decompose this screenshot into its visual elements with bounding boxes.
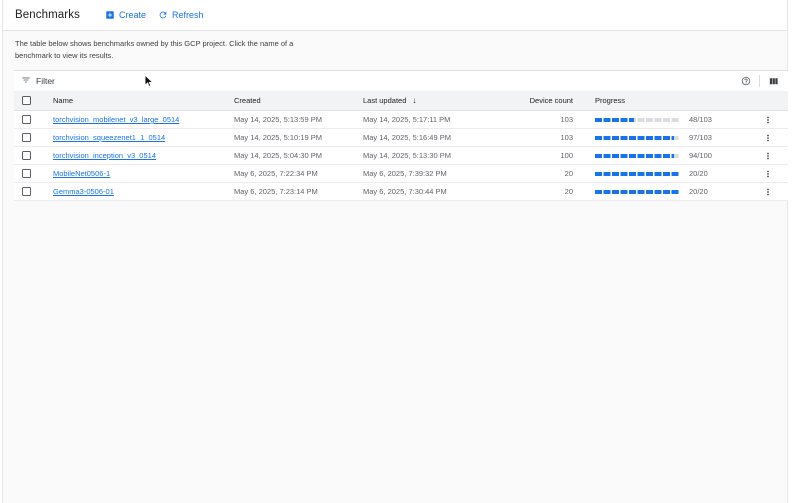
created-cell: May 6, 2025, 7:23:14 PM xyxy=(234,183,318,200)
created-cell: May 14, 2025, 5:04:30 PM xyxy=(234,147,322,164)
last-updated-cell: May 14, 2025, 5:16:49 PM xyxy=(363,129,451,146)
filter-button[interactable]: Filter xyxy=(21,75,55,87)
column-header-name[interactable]: Name xyxy=(53,91,73,110)
progress-bar xyxy=(595,118,679,122)
more-vert-icon xyxy=(763,133,773,143)
device-count-cell: 103 xyxy=(473,111,573,128)
more-vert-icon xyxy=(763,187,773,197)
progress-bar-fill xyxy=(595,172,679,176)
device-count-cell: 100 xyxy=(473,147,573,164)
more-vert-icon xyxy=(763,151,773,161)
last-updated-cell: May 14, 2025, 5:17:11 PM xyxy=(363,111,450,128)
column-header-last-updated-label: Last updated xyxy=(363,96,406,105)
created-cell: May 14, 2025, 5:10:19 PM xyxy=(234,129,322,146)
benchmark-name-link[interactable]: MobileNet0506-1 xyxy=(53,165,110,182)
benchmarks-panel: Benchmarks Create Refresh The table belo… xyxy=(2,0,788,503)
column-header-progress: Progress xyxy=(595,91,625,110)
benchmark-name-link[interactable]: torchvision_inception_v3_0514 xyxy=(53,147,156,164)
column-header-created[interactable]: Created xyxy=(234,91,261,110)
benchmark-name-link[interactable]: torchvision_squeezenet1_1_0514 xyxy=(53,129,165,146)
device-count-cell: 20 xyxy=(473,183,573,200)
table-tools xyxy=(740,75,779,87)
mouse-cursor xyxy=(144,74,155,89)
refresh-button[interactable]: Refresh xyxy=(158,0,204,30)
toolbar-divider xyxy=(759,75,760,87)
row-checkbox[interactable] xyxy=(22,151,31,160)
row-checkbox[interactable] xyxy=(22,133,31,142)
select-all-cell xyxy=(22,91,31,110)
column-header-device-count[interactable]: Device count xyxy=(473,91,573,110)
row-menu-button[interactable] xyxy=(762,165,774,182)
progress-label: 20/20 xyxy=(689,165,708,182)
device-count-cell: 20 xyxy=(473,165,573,182)
progress-label: 94/100 xyxy=(689,147,712,164)
more-vert-icon xyxy=(763,169,773,179)
progress-bar xyxy=(595,190,679,194)
progress-label: 20/20 xyxy=(689,183,708,200)
table-row: torchvision_mobilenet_v3_large_0514 May … xyxy=(14,111,788,129)
created-cell: May 6, 2025, 7:22:34 PM xyxy=(234,165,318,182)
table-row: MobileNet0506-1 May 6, 2025, 7:22:34 PM … xyxy=(14,165,788,183)
refresh-button-label: Refresh xyxy=(172,10,204,20)
row-select-cell xyxy=(22,111,31,128)
progress-bar-fill xyxy=(595,136,674,140)
table-row: torchvision_inception_v3_0514 May 14, 20… xyxy=(14,147,788,165)
page-title: Benchmarks xyxy=(15,0,80,30)
row-select-cell xyxy=(22,147,31,164)
more-vert-icon xyxy=(763,115,773,125)
progress-bar-fill xyxy=(595,154,674,158)
select-all-checkbox[interactable] xyxy=(22,96,31,105)
progress-bar xyxy=(595,172,679,176)
row-select-cell xyxy=(22,183,31,200)
row-checkbox[interactable] xyxy=(22,115,31,124)
last-updated-cell: May 14, 2025, 5:13:30 PM xyxy=(363,147,451,164)
benchmarks-table-card: Filter Name Created Last updated ↓ Device… xyxy=(14,70,788,201)
benchmark-name-link[interactable]: Gemma3-0506-01 xyxy=(53,183,114,200)
filter-label: Filter xyxy=(36,76,55,86)
help-outline-icon xyxy=(741,76,751,86)
table-row: torchvision_squeezenet1_1_0514 May 14, 2… xyxy=(14,129,788,147)
table-header-row: Name Created Last updated↓ Device count … xyxy=(14,91,788,111)
last-updated-cell: May 6, 2025, 7:39:32 PM xyxy=(363,165,447,182)
row-menu-button[interactable] xyxy=(762,183,774,200)
progress-label: 97/103 xyxy=(689,129,712,146)
arrow-downward-icon: ↓ xyxy=(412,96,416,105)
refresh-icon xyxy=(158,10,168,20)
benchmark-name-link[interactable]: torchvision_mobilenet_v3_large_0514 xyxy=(53,111,179,128)
table-row: Gemma3-0506-01 May 6, 2025, 7:23:14 PM M… xyxy=(14,183,788,201)
filter-list-icon xyxy=(21,75,31,87)
row-select-cell xyxy=(22,165,31,182)
device-count-cell: 103 xyxy=(473,129,573,146)
row-menu-button[interactable] xyxy=(762,147,774,164)
row-checkbox[interactable] xyxy=(22,169,31,178)
content-area: The table below shows benchmarks owned b… xyxy=(3,31,787,503)
add-box-icon xyxy=(105,10,115,20)
view-column-icon xyxy=(768,76,779,87)
last-updated-cell: May 6, 2025, 7:30:44 PM xyxy=(363,183,447,200)
created-cell: May 14, 2025, 5:13:59 PM xyxy=(234,111,322,128)
progress-bar xyxy=(595,136,679,140)
row-menu-button[interactable] xyxy=(762,129,774,146)
title-bar: Benchmarks Create Refresh xyxy=(3,0,787,31)
create-button[interactable]: Create xyxy=(105,0,146,30)
help-button[interactable] xyxy=(740,75,752,87)
progress-bar xyxy=(595,154,679,158)
column-display-button[interactable] xyxy=(767,75,779,87)
filter-toolbar: Filter xyxy=(14,71,788,91)
description-text: The table below shows benchmarks owned b… xyxy=(15,38,307,62)
progress-label: 48/103 xyxy=(689,111,712,128)
create-button-label: Create xyxy=(119,10,146,20)
table-body: torchvision_mobilenet_v3_large_0514 May … xyxy=(14,111,788,201)
row-checkbox[interactable] xyxy=(22,187,31,196)
progress-bar-fill xyxy=(595,118,634,122)
progress-bar-fill xyxy=(595,190,679,194)
row-menu-button[interactable] xyxy=(762,111,774,128)
row-select-cell xyxy=(22,129,31,146)
column-header-last-updated[interactable]: Last updated ↓ xyxy=(363,91,416,110)
